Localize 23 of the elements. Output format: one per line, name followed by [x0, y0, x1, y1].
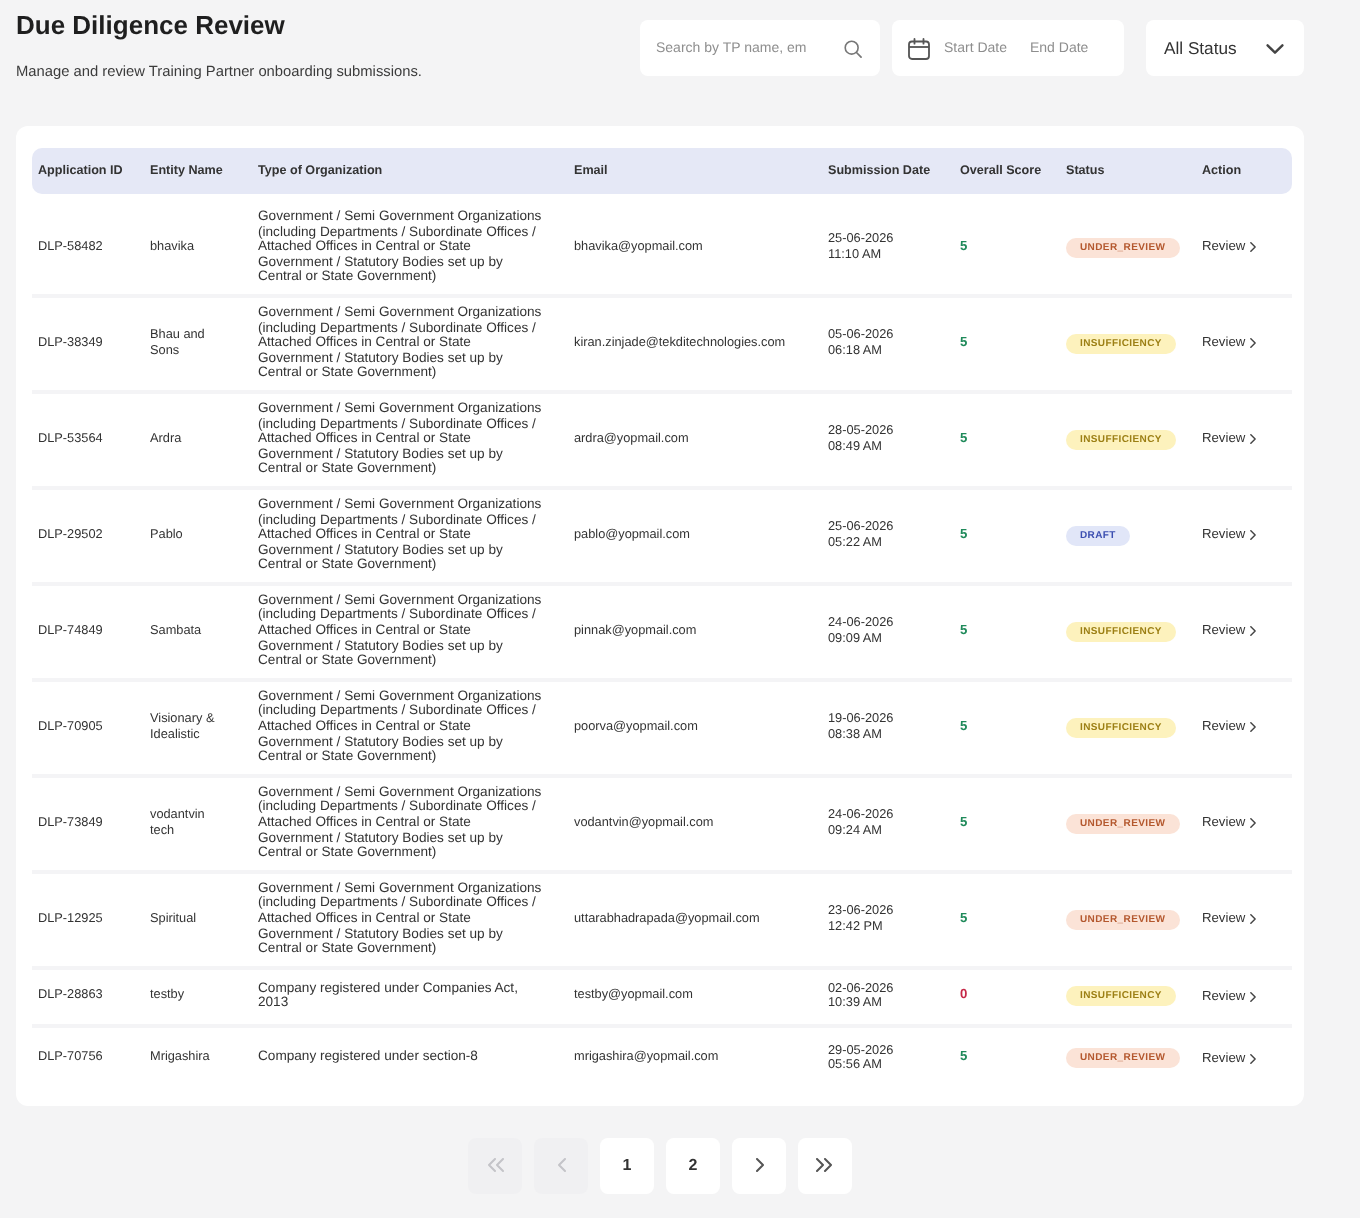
last-page-button[interactable] [798, 1137, 852, 1194]
chevron-right-icon [1249, 530, 1256, 541]
chevron-right-icon [1249, 1053, 1256, 1064]
chevron-left-icon [557, 1158, 565, 1173]
search-icon [844, 39, 862, 57]
chevron-right-icon [1249, 818, 1256, 829]
chevron-right-icon [1249, 991, 1256, 1002]
chevron-right-icon [1249, 722, 1256, 733]
chevron-right-icon [1249, 242, 1256, 253]
page-title: Due Diligence Review [16, 10, 287, 40]
page-button[interactable]: 1 [600, 1137, 654, 1194]
chevron-right-icon [1249, 338, 1256, 349]
double-chevron-left-icon [486, 1158, 504, 1173]
next-page-button[interactable] [732, 1137, 786, 1194]
chevron-right-icon [755, 1158, 763, 1173]
status-filter-select[interactable]: All Status [1146, 20, 1304, 76]
calendar-icon [908, 37, 930, 59]
chevron-right-icon [1249, 434, 1256, 445]
double-chevron-right-icon [816, 1158, 834, 1173]
chevron-right-icon [1249, 914, 1256, 925]
page-button[interactable]: 2 [666, 1137, 720, 1194]
chevron-right-icon [1249, 626, 1256, 637]
chevron-down-icon [1266, 43, 1284, 53]
